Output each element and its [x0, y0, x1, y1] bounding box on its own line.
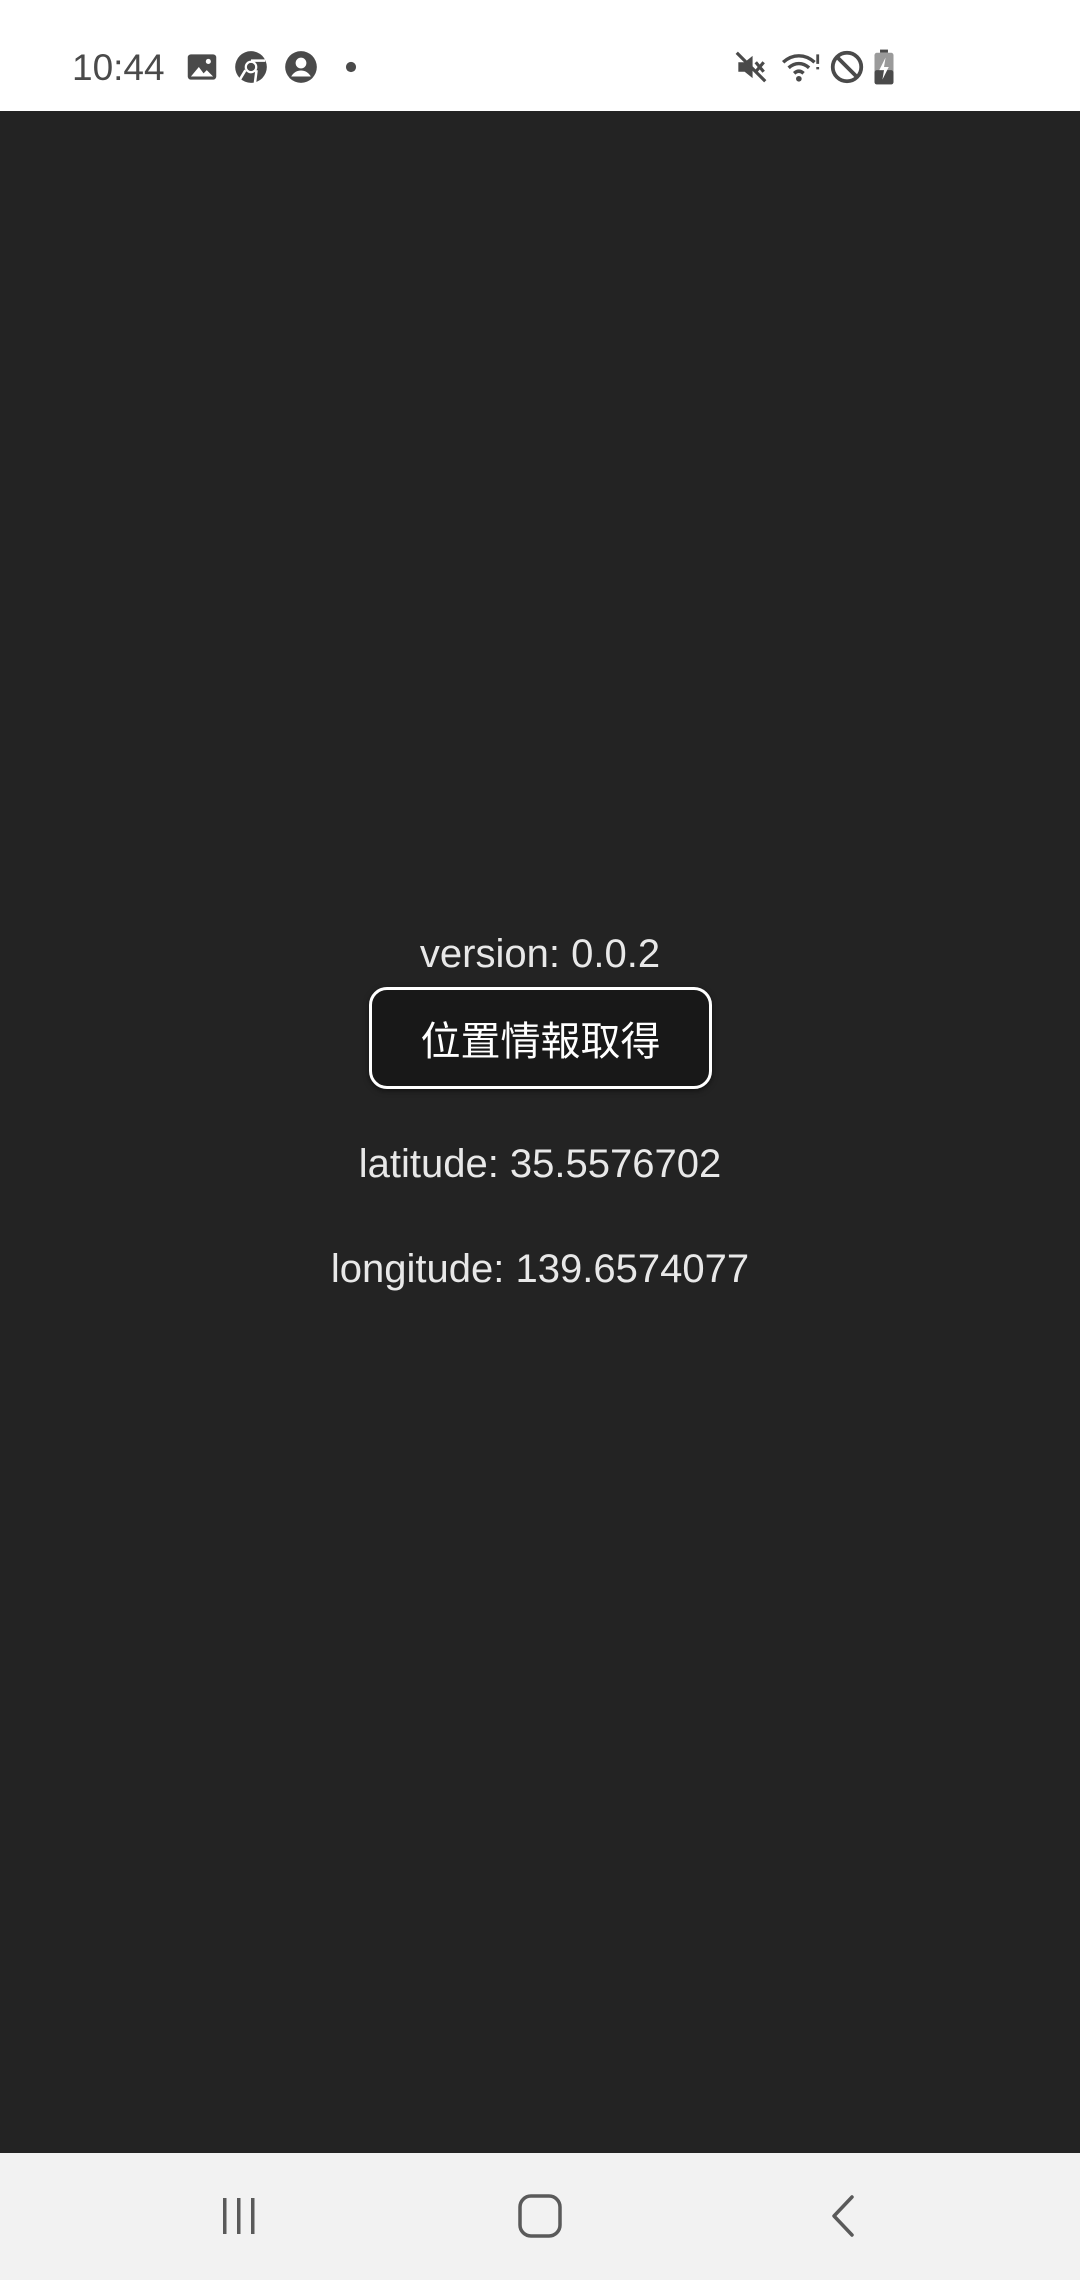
- latitude-label: latitude: 35.5576702: [358, 1142, 722, 1186]
- version-label: version: 0.0.2: [419, 932, 661, 976]
- notification-dot-icon: [332, 48, 370, 86]
- do-not-disturb-icon: [828, 48, 866, 86]
- status-time: 10:44: [72, 47, 165, 88]
- home-button[interactable]: [495, 2171, 585, 2261]
- recent-apps-icon: [223, 2198, 255, 2234]
- home-icon: [518, 2194, 562, 2238]
- navigation-bar: [0, 2153, 1080, 2280]
- gallery-icon: [183, 48, 221, 86]
- chrome-icon: [232, 48, 270, 86]
- back-button[interactable]: [798, 2171, 888, 2261]
- mute-icon: [732, 48, 770, 86]
- status-bar: 10:44: [0, 0, 1080, 111]
- longitude-label: longitude: 139.6574077: [330, 1247, 750, 1291]
- recent-apps-button[interactable]: [194, 2171, 284, 2261]
- back-icon: [832, 2195, 854, 2237]
- get-location-button[interactable]: 位置情報取得: [369, 987, 712, 1089]
- app-screen: 10:44 version: 0.0.2 位置情報取得 latitude: 35…: [0, 0, 1080, 2280]
- wifi-icon: [780, 48, 824, 86]
- battery-charging-icon: [872, 48, 896, 86]
- account-icon: [282, 48, 320, 86]
